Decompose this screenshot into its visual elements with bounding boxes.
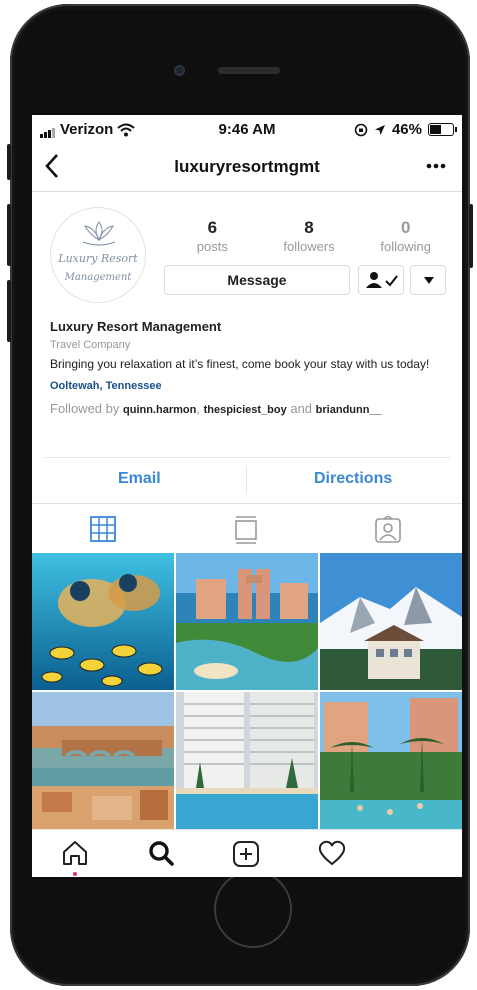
followed-by[interactable]: Followed by quinn.harmon, thespiciest_bo… bbox=[50, 399, 450, 420]
contact-bar: Email Directions bbox=[44, 457, 450, 502]
posts-count: 6 bbox=[207, 218, 218, 237]
activity-dot bbox=[73, 872, 77, 876]
battery-icon bbox=[428, 123, 457, 136]
profile-actions: Message bbox=[164, 265, 446, 295]
message-button[interactable]: Message bbox=[164, 265, 350, 295]
post-resort-pool-palms[interactable] bbox=[320, 692, 462, 829]
profile-username: luxuryresortmgmt bbox=[174, 157, 320, 176]
home-button[interactable] bbox=[214, 870, 292, 948]
post-image bbox=[176, 692, 318, 829]
post-highrise-pool[interactable] bbox=[176, 692, 318, 829]
post-image bbox=[32, 553, 174, 690]
profile-bio: Luxury Resort Management Travel Company … bbox=[50, 317, 450, 420]
person-check-icon bbox=[366, 272, 398, 288]
volume-down-button bbox=[7, 280, 11, 342]
following-button[interactable] bbox=[358, 265, 404, 295]
category-label: Travel Company bbox=[50, 339, 131, 351]
caret-down-icon bbox=[424, 277, 434, 284]
home-icon[interactable] bbox=[62, 840, 88, 866]
heart-icon[interactable] bbox=[318, 840, 346, 866]
battery-percent: 46% bbox=[391, 121, 422, 138]
logo-line-1: Luxury Resort bbox=[58, 252, 138, 265]
earpiece-speaker bbox=[218, 67, 280, 74]
logo-line-2: Management bbox=[64, 272, 132, 283]
followers-count: 8 bbox=[304, 218, 314, 237]
bottom-nav bbox=[32, 829, 462, 877]
followers-stat[interactable]: 8 followers bbox=[261, 218, 358, 255]
profile-tabs bbox=[32, 503, 462, 554]
add-post-icon[interactable] bbox=[232, 840, 260, 868]
front-camera bbox=[174, 65, 185, 76]
followed-by-and: and bbox=[290, 401, 313, 416]
post-mountain-ski-lodge[interactable] bbox=[320, 553, 462, 690]
follower-name: briandunn__ bbox=[315, 404, 382, 416]
display-name: Luxury Resort Management bbox=[50, 319, 222, 334]
followed-by-prefix: Followed by bbox=[50, 401, 120, 416]
posts-label: posts bbox=[196, 239, 228, 254]
follower-name: quinn.harmon bbox=[123, 404, 197, 416]
power-button bbox=[469, 204, 473, 268]
avatar[interactable]: Luxury Resort Management bbox=[50, 207, 146, 303]
app-screen: Verizon 9:46 AM 46% luxuryresortmgmt Lux… bbox=[32, 115, 462, 877]
post-image bbox=[32, 692, 174, 829]
post-image bbox=[176, 553, 318, 690]
profile-header: luxuryresortmgmt bbox=[32, 145, 462, 192]
following-label: following bbox=[380, 239, 431, 254]
grid-icon[interactable] bbox=[90, 516, 116, 542]
posts-stat[interactable]: 6 posts bbox=[164, 218, 261, 255]
post-florence-bridge[interactable] bbox=[32, 692, 174, 829]
directions-button[interactable]: Directions bbox=[314, 470, 392, 488]
bio-text: Bringing you relaxation at it’s finest, … bbox=[50, 357, 430, 371]
feed-icon[interactable] bbox=[234, 516, 258, 544]
follower-separator: , bbox=[196, 401, 200, 416]
post-grid bbox=[32, 553, 462, 829]
rotation-lock-icon bbox=[354, 123, 368, 136]
suggestions-dropdown-button[interactable] bbox=[410, 265, 446, 295]
location-arrow-icon bbox=[374, 124, 385, 135]
follower-name: thespiciest_boy bbox=[203, 404, 287, 416]
profile-stats: 6 posts 8 followers 0 following bbox=[164, 218, 454, 255]
following-count: 0 bbox=[400, 218, 411, 237]
post-image bbox=[320, 553, 462, 690]
ellipsis-icon[interactable] bbox=[426, 163, 446, 169]
email-button[interactable]: Email bbox=[118, 470, 161, 488]
divider bbox=[246, 466, 247, 494]
post-image bbox=[320, 692, 462, 829]
mute-switch bbox=[7, 144, 11, 180]
volume-up-button bbox=[7, 204, 11, 266]
lotus-logo-icon bbox=[82, 221, 116, 246]
status-bar: Verizon 9:46 AM 46% bbox=[32, 115, 462, 145]
location-link[interactable]: Ooltewah, Tennessee bbox=[50, 377, 450, 396]
post-atlantis-resort[interactable] bbox=[176, 553, 318, 690]
followers-label: followers bbox=[283, 239, 335, 254]
following-stat[interactable]: 0 following bbox=[357, 218, 454, 255]
tagged-icon[interactable] bbox=[374, 516, 402, 544]
post-snorkel-reef[interactable] bbox=[32, 553, 174, 690]
search-icon[interactable] bbox=[148, 840, 174, 866]
